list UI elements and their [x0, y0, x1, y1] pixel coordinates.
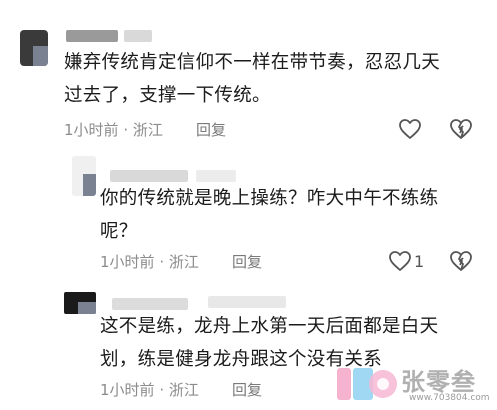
comment-location: 浙江 — [168, 381, 199, 399]
meta-separator: · — [159, 253, 165, 271]
meta-separator: · — [123, 121, 129, 139]
heart-outline-icon[interactable] — [388, 250, 412, 272]
heart-outline-icon[interactable] — [398, 118, 422, 140]
comment-text-line: 呢？ — [100, 221, 138, 242]
comment-location: 浙江 — [168, 253, 199, 271]
comment-meta: 1小时前 · 浙江 — [100, 251, 199, 272]
username-blurred[interactable] — [66, 30, 118, 42]
username-tag-blurred — [208, 296, 286, 308]
watermark-brand: 张零叁 — [401, 368, 476, 396]
username-blurred[interactable] — [112, 298, 188, 310]
username-tag-blurred — [196, 170, 236, 182]
comment-text-line: 过去了，支撑一下传统。 — [64, 85, 271, 106]
reply-button[interactable]: 回复 — [232, 379, 262, 400]
comment-text: 你的传统就是晚上操练？咋大中午不练练 呢？ — [100, 182, 438, 248]
comment-meta: 1小时前 · 浙江 — [100, 379, 199, 400]
broken-heart-icon[interactable] — [449, 118, 473, 140]
avatar[interactable] — [64, 292, 96, 314]
watermark-url: www.703804.com — [409, 393, 490, 403]
comment-thread: 嫌弃传统肯定信仰不一样在带节奏，忍忍几天 过去了，支撑一下传统。 1小时前 · … — [0, 0, 497, 410]
comment-time: 1小时前 — [64, 121, 119, 139]
reply-button[interactable]: 回复 — [232, 251, 262, 272]
avatar[interactable] — [72, 156, 96, 196]
comment-text-line: 这不是练，龙舟上水第一天后面都是白天 — [100, 316, 439, 337]
comment-time: 1小时前 — [100, 381, 155, 399]
username-blurred[interactable] — [110, 170, 188, 182]
comment-text: 嫌弃传统肯定信仰不一样在带节奏，忍忍几天 过去了，支撑一下传统。 — [64, 46, 440, 112]
reply-button[interactable]: 回复 — [196, 119, 226, 140]
meta-separator: · — [159, 381, 165, 399]
comment-text-line: 嫌弃传统肯定信仰不一样在带节奏，忍忍几天 — [64, 52, 441, 73]
avatar[interactable] — [20, 30, 48, 66]
watermark: 张零叁 www.703804.com — [335, 360, 495, 408]
like-count: 1 — [414, 252, 425, 271]
comment-time: 1小时前 — [100, 253, 155, 271]
comment-text-line: 你的传统就是晚上操练？咋大中午不练练 — [100, 188, 439, 209]
broken-heart-icon[interactable] — [449, 250, 473, 272]
comment-meta: 1小时前 · 浙江 — [64, 119, 163, 140]
watermark-logo-icon — [337, 368, 397, 400]
comment-location: 浙江 — [132, 121, 163, 139]
username-tag-blurred — [124, 30, 152, 42]
